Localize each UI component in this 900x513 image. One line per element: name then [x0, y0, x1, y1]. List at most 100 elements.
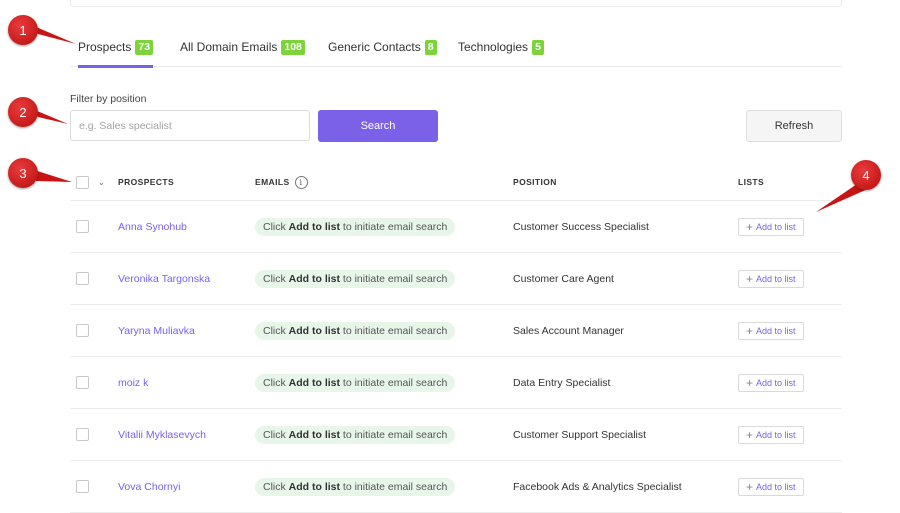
- position-text: Customer Success Specialist: [513, 220, 649, 233]
- email-suffix: to initiate email search: [342, 480, 448, 493]
- header-position: POSITION: [513, 177, 557, 187]
- position-cell: Customer Success Specialist: [513, 201, 649, 252]
- email-status-pill: Click Add to list to initiate email sear…: [255, 373, 456, 392]
- annotation-marker-4: 4: [851, 160, 881, 190]
- add-to-list-button[interactable]: + Add to list: [738, 217, 804, 236]
- add-to-list-button[interactable]: + Add to list: [738, 425, 804, 444]
- table-body: Anna Synohub Click Add to list to initiat…: [70, 201, 842, 513]
- tab-label: Generic Contacts: [328, 40, 421, 54]
- prospect-name-link[interactable]: Yaryna Muliavka: [118, 325, 195, 337]
- plus-icon: +: [746, 427, 754, 442]
- add-to-list-button[interactable]: + Add to list: [738, 373, 804, 392]
- table-row: Anna Synohub Click Add to list to initiat…: [70, 201, 842, 253]
- lists-cell: + Add to list: [738, 305, 804, 356]
- header-prospects: PROSPECTS: [118, 177, 175, 187]
- position-cell: Customer Care Agent: [513, 253, 614, 304]
- plus-icon: +: [746, 219, 754, 234]
- email-cell: Click Add to list to initiate email sear…: [255, 253, 456, 304]
- row-select[interactable]: [76, 305, 89, 356]
- email-prefix: Click: [263, 220, 286, 233]
- prospect-name-link[interactable]: Anna Synohub: [118, 221, 187, 233]
- row-checkbox[interactable]: [76, 324, 89, 337]
- prospect-cell: Yaryna Muliavka: [118, 305, 195, 356]
- row-checkbox[interactable]: [76, 376, 89, 389]
- email-status-pill: Click Add to list to initiate email sear…: [255, 217, 456, 236]
- plus-icon: +: [746, 375, 754, 390]
- position-text: Customer Care Agent: [513, 272, 614, 285]
- email-status-pill: Click Add to list to initiate email sear…: [255, 269, 456, 288]
- plus-icon: +: [746, 479, 754, 494]
- add-to-list-label: Add to list: [756, 429, 796, 440]
- add-to-list-button[interactable]: + Add to list: [738, 321, 804, 340]
- row-select[interactable]: [76, 461, 89, 512]
- select-all-checkbox[interactable]: [76, 175, 89, 189]
- tab-label: All Domain Emails: [180, 40, 278, 54]
- tab-all-domain-emails[interactable]: All Domain Emails 108: [180, 28, 305, 66]
- refresh-button[interactable]: Refresh: [746, 110, 842, 142]
- email-bold: Add to list: [288, 376, 340, 389]
- table-row: Vova Chornyi Click Add to list to initiat…: [70, 461, 842, 513]
- prospect-name-link[interactable]: Veronika Targonska: [118, 273, 210, 285]
- table-row: moiz k Click Add to list to initiate emai…: [70, 357, 842, 409]
- table-row: Veronika Targonska Click Add to list to i…: [70, 253, 842, 305]
- email-suffix: to initiate email search: [342, 376, 448, 389]
- search-button[interactable]: Search: [318, 110, 438, 142]
- add-to-list-label: Add to list: [756, 325, 796, 336]
- add-to-list-label: Add to list: [756, 377, 796, 388]
- row-select[interactable]: [76, 409, 89, 460]
- table-row: Yaryna Muliavka Click Add to list to init…: [70, 305, 842, 357]
- position-cell: Facebook Ads & Analytics Specialist: [513, 461, 682, 512]
- header-emails: EMAILS i: [255, 164, 308, 200]
- email-prefix: Click: [263, 376, 286, 389]
- row-checkbox[interactable]: [76, 272, 89, 285]
- select-all-control[interactable]: ⌄: [76, 164, 105, 200]
- tab-count-badge: 5: [532, 39, 544, 55]
- email-suffix: to initiate email search: [342, 220, 448, 233]
- chevron-down-icon[interactable]: ⌄: [98, 178, 105, 187]
- row-select[interactable]: [76, 253, 89, 304]
- position-text: Customer Support Specialist: [513, 428, 647, 441]
- email-bold: Add to list: [288, 324, 340, 337]
- email-bold: Add to list: [288, 220, 340, 233]
- annotation-marker-3: 3: [8, 158, 38, 188]
- email-cell: Click Add to list to initiate email sear…: [255, 409, 456, 460]
- add-to-list-label: Add to list: [756, 221, 796, 232]
- lists-cell: + Add to list: [738, 461, 804, 512]
- row-select[interactable]: [76, 357, 89, 408]
- email-bold: Add to list: [288, 272, 340, 285]
- position-filter-input[interactable]: [70, 110, 310, 141]
- prospect-name-link[interactable]: moiz k: [118, 377, 148, 389]
- prospect-name-link[interactable]: Vova Chornyi: [118, 481, 180, 493]
- lists-cell: + Add to list: [738, 357, 804, 408]
- email-prefix: Click: [263, 272, 286, 285]
- info-icon[interactable]: i: [294, 175, 308, 189]
- lists-cell: + Add to list: [738, 409, 804, 460]
- tab-count-badge: 108: [281, 39, 305, 55]
- tab-technologies[interactable]: Technologies 5: [458, 28, 544, 66]
- add-to-list-label: Add to list: [756, 273, 796, 284]
- row-checkbox[interactable]: [76, 428, 89, 441]
- tab-generic-contacts[interactable]: Generic Contacts 8: [328, 28, 437, 66]
- row-select[interactable]: [76, 201, 89, 252]
- tab-prospects[interactable]: Prospects 73: [78, 28, 154, 68]
- email-bold: Add to list: [288, 428, 340, 441]
- email-bold: Add to list: [288, 480, 340, 493]
- position-text: Data Entry Specialist: [513, 376, 611, 389]
- email-cell: Click Add to list to initiate email sear…: [255, 461, 456, 512]
- header-lists: LISTS: [738, 177, 765, 187]
- add-to-list-button[interactable]: + Add to list: [738, 477, 804, 496]
- email-cell: Click Add to list to initiate email sear…: [255, 305, 456, 356]
- prospect-name-link[interactable]: Vitalii Myklasevych: [118, 429, 206, 441]
- add-to-list-label: Add to list: [756, 481, 796, 492]
- position-text: Facebook Ads & Analytics Specialist: [513, 480, 682, 493]
- annotation-marker-1: 1: [8, 15, 38, 45]
- row-checkbox[interactable]: [76, 480, 89, 493]
- add-to-list-button[interactable]: + Add to list: [738, 269, 804, 288]
- prospect-cell: Veronika Targonska: [118, 253, 210, 304]
- tab-label: Technologies: [458, 40, 529, 54]
- row-checkbox[interactable]: [76, 220, 89, 233]
- email-status-pill: Click Add to list to initiate email sear…: [255, 477, 456, 496]
- table-header: ⌄ PROSPECTS EMAILS i POSITION LISTS: [70, 164, 842, 201]
- email-suffix: to initiate email search: [342, 428, 448, 441]
- email-status-pill: Click Add to list to initiate email sear…: [255, 425, 456, 444]
